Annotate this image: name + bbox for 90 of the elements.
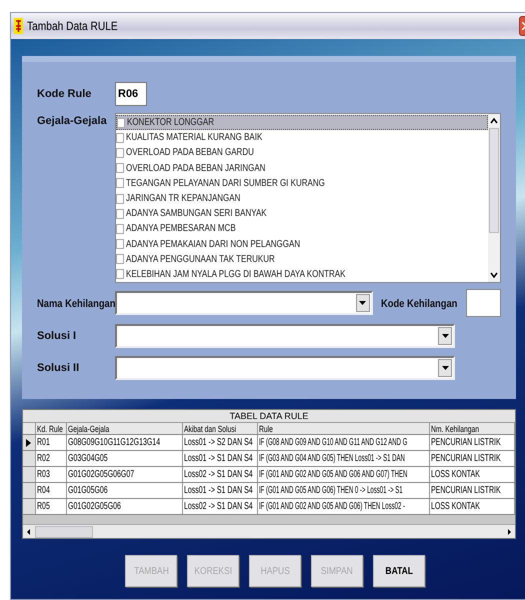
symptom-label: TEGANGAN PELAYANAN DARI SUMBER GI KURANG [126,176,325,191]
dropdown-field[interactable] [115,324,455,348]
checkbox[interactable] [116,118,125,128]
table-cell: IF (G01 AND G02 AND G05 AND G06 AND G07) THEN [258,467,430,482]
table-cell: IF (G01 AND G05 AND G06) THEN 0 -> Loss01 -> S1 [258,483,430,498]
symptom-item[interactable]: OVERLOAD PADA BEBAN GARDU [116,145,488,161]
table-cell: R03 [36,467,67,482]
symptom-item[interactable]: JARINGAN TR KEPANJANGAN [116,190,488,206]
checkbox[interactable] [116,208,124,219]
table-cell: IF (G08 AND G09 AND G10 AND G11 AND G12 AND G [258,435,430,450]
symptom-label: KONEKTOR LONGGAR [126,116,214,130]
checkbox[interactable] [116,148,124,158]
symptom-label: JARINGAN TR KEPANJANGAN [126,192,240,206]
symptom-label: OVERLOAD PADA BEBAN JARINGAN [126,162,266,176]
symptom-label: ADANYA PENGGUNAAN TAK TERUKUR [126,252,275,267]
caret-icon [442,334,448,338]
gejala-label: Gejala-Gejala [37,114,108,129]
symptom-label: ADANYA PEMAKAIAN DARI NON PELANGGAN [126,238,300,252]
table-cell: G08G09G10G11G12G13G14 [66,435,184,450]
table-cell: Loss02 -> S1 DAN S4 [183,499,258,514]
table-cell: Loss01 -> S2 DAN S4 [183,435,258,450]
dropdown-button[interactable] [438,359,452,377]
symptom-item[interactable]: KUALITAS MATERIAL KURANG BAIK [116,130,488,146]
table-cell: G01G05G06 [66,483,184,498]
symptom-item[interactable]: TEGANGAN PELAYANAN DARI SUMBER GI KURANG [116,176,488,191]
checkbox[interactable] [116,239,124,250]
checkbox[interactable] [116,269,124,280]
table-cell: R04 [36,483,67,498]
symptom-label: ADANYA PEMBESARAN MCB [126,222,236,236]
symptom-item[interactable]: ADANYA PEMAKAIAN DARI NON PELANGGAN [116,236,488,252]
current-row-icon [26,438,32,446]
symptom-label: OVERLOAD PADA BEBAN GARDU [126,146,254,160]
table-cell: R01 [36,435,67,450]
table-cell: PENCURIAN LISTRIK [430,435,515,450]
table-cell: G01G02G05G06G07 [66,467,184,482]
scrollbar-thumb[interactable] [489,128,499,233]
solusi-1-label: Solusi I [37,328,78,344]
action-button[interactable]: BATAL [373,555,425,587]
kode-kehilangan-label: Kode Kehilangan [380,297,458,312]
table-cell: LOSS KONTAK [430,499,515,514]
column-header[interactable]: Kd. Rule [36,423,67,434]
dropdown-field[interactable] [115,356,455,380]
checkbox[interactable] [116,194,124,204]
window-title: Tambah Data RULE [27,18,118,35]
table-title: TABEL DATA RULE [23,410,515,423]
column-header[interactable]: Akibat dan Solusi [183,423,258,434]
caret-icon [442,366,448,370]
kode-kehilangan-field[interactable] [466,289,501,317]
kode-rule-label: Kode Rule [37,86,92,102]
kode-rule-field[interactable]: R06 [115,82,147,106]
table-cell: Loss02 -> S1 DAN S4 [183,467,258,482]
checkbox[interactable] [116,132,124,143]
vertical-scrollbar[interactable] [488,114,500,282]
row-header[interactable] [23,435,36,450]
table-cell: PENCURIAN LISTRIK [430,483,515,498]
table-cell: LOSS KONTAK [430,467,515,482]
checkbox[interactable] [116,163,124,174]
symptom-item[interactable]: ADANYA PENGGUNAAN TAK TERUKUR [116,252,488,267]
caret-icon [359,301,366,305]
symptom-item[interactable]: OVERLOAD PADA BEBAN JARINGAN [116,160,488,176]
table-cell: Loss01 -> S1 DAN S4 [183,451,258,466]
column-header[interactable]: Gejala-Gejala [66,423,184,434]
app-icon [14,18,23,34]
table-cell: PENCURIAN LISTRIK [430,451,515,466]
table-cell: R05 [36,499,67,514]
dropdown-button[interactable] [356,294,370,312]
column-header[interactable]: Nm. Kehilangan [430,423,515,434]
checkbox[interactable] [116,254,124,264]
table-cell: IF (G01 AND G02 AND G05 AND G06) THEN Loss02 - [258,499,430,514]
symptom-item[interactable]: KONEKTOR LONGGAR [116,115,488,130]
checkbox[interactable] [116,224,124,234]
column-header[interactable]: Rule [258,423,430,434]
table-cell: R02 [36,451,67,466]
dropdown-field[interactable] [115,291,373,315]
symptom-label: KUALITAS MATERIAL KURANG BAIK [126,131,262,146]
solusi-2-label: Solusi II [37,360,80,376]
symptom-label: KELEBIHAN JAM NYALA PLGG DI BAWAH DAYA KONTRAK [126,268,346,282]
symptom-item[interactable]: ADANYA SAMBUNGAN SERI BANYAK [116,206,488,222]
nama-kehilangan-label: Nama Kehilangan [37,297,116,312]
table-cell: IF (G03 AND G04 AND G05) THEN Loss01 -> S1 DAN [258,451,430,466]
table-cell: Loss01 -> S1 DAN S4 [183,483,258,498]
checkbox[interactable] [116,178,124,188]
symptom-item[interactable]: ADANYA PEMBESARAN MCB [116,221,488,236]
symptom-item[interactable]: KELEBIHAN JAM NYALA PLGG DI BAWAH DAYA KONTRAK [116,266,488,282]
horizontal-scrollbar[interactable] [23,524,515,538]
scrollbar-thumb[interactable] [35,526,93,538]
table-cell: G01G02G05G06 [66,499,184,514]
table-cell: G03G04G05 [66,451,184,466]
symptom-label: ADANYA SAMBUNGAN SERI BANYAK [126,207,266,222]
dropdown-button[interactable] [438,327,452,345]
